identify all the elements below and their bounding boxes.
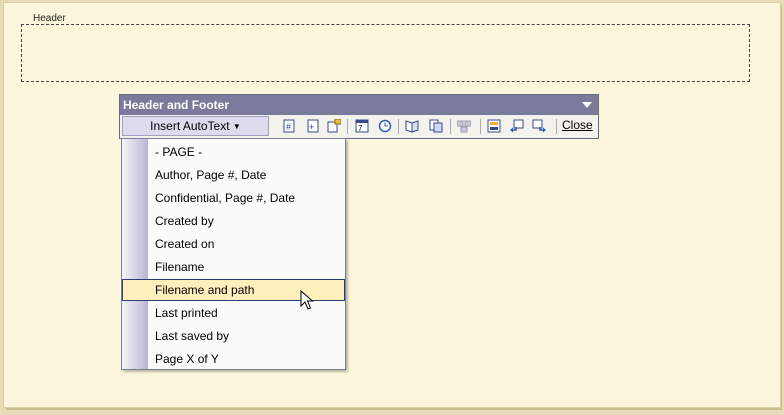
insert-date-icon[interactable]: 7: [355, 119, 369, 133]
svg-text:7: 7: [358, 124, 363, 133]
insert-page-number-icon[interactable]: #: [282, 119, 296, 133]
menu-item-author-page-date[interactable]: Author, Page #, Date: [122, 164, 345, 186]
toolbar-buttons-row: Insert AutoText ▼ # + 7 Close: [120, 115, 598, 138]
chevron-down-icon: ▼: [232, 121, 241, 131]
menu-item-page[interactable]: - PAGE -: [122, 141, 345, 163]
show-hide-document-text-icon[interactable]: [429, 119, 443, 133]
menu-item-page-x-of-y[interactable]: Page X of Y: [122, 348, 345, 370]
toolbar-title: Header and Footer: [123, 98, 230, 112]
format-page-number-icon[interactable]: [327, 119, 341, 133]
toolbar-separator: [347, 119, 348, 134]
toolbar-separator: [398, 119, 399, 134]
show-next-icon[interactable]: [532, 119, 546, 133]
show-previous-icon[interactable]: [510, 119, 524, 133]
menu-item-filename[interactable]: Filename: [122, 256, 345, 278]
svg-text:#: #: [286, 122, 291, 132]
autotext-dropdown-menu: - PAGE - Author, Page #, Date Confidenti…: [121, 138, 346, 370]
header-region[interactable]: [21, 24, 750, 82]
menu-item-created-on[interactable]: Created on: [122, 233, 345, 255]
header-footer-toolbar: Header and Footer Insert AutoText ▼ # + …: [119, 94, 599, 139]
toolbar-options-dropdown-icon[interactable]: [582, 102, 592, 108]
menu-item-created-by[interactable]: Created by: [122, 210, 345, 232]
same-as-previous-icon[interactable]: [457, 119, 471, 133]
svg-text:+: +: [309, 122, 314, 132]
page-setup-icon[interactable]: [405, 119, 419, 133]
insert-time-icon[interactable]: [378, 119, 392, 133]
switch-header-footer-icon[interactable]: [487, 119, 501, 133]
menu-item-confidential-page-date[interactable]: Confidential, Page #, Date: [122, 187, 345, 209]
toolbar-separator: [450, 119, 451, 134]
toolbar-separator: [480, 119, 481, 134]
insert-autotext-label: Insert AutoText: [150, 119, 230, 133]
mouse-cursor-icon: [300, 290, 314, 310]
menu-item-last-saved-by[interactable]: Last saved by: [122, 325, 345, 347]
header-label: Header: [31, 13, 68, 24]
insert-number-of-pages-icon[interactable]: +: [306, 119, 320, 133]
insert-autotext-button[interactable]: Insert AutoText ▼: [122, 116, 269, 136]
toolbar-separator: [556, 119, 557, 134]
toolbar-title-bar[interactable]: Header and Footer: [120, 95, 598, 115]
close-button[interactable]: Close: [562, 118, 593, 132]
